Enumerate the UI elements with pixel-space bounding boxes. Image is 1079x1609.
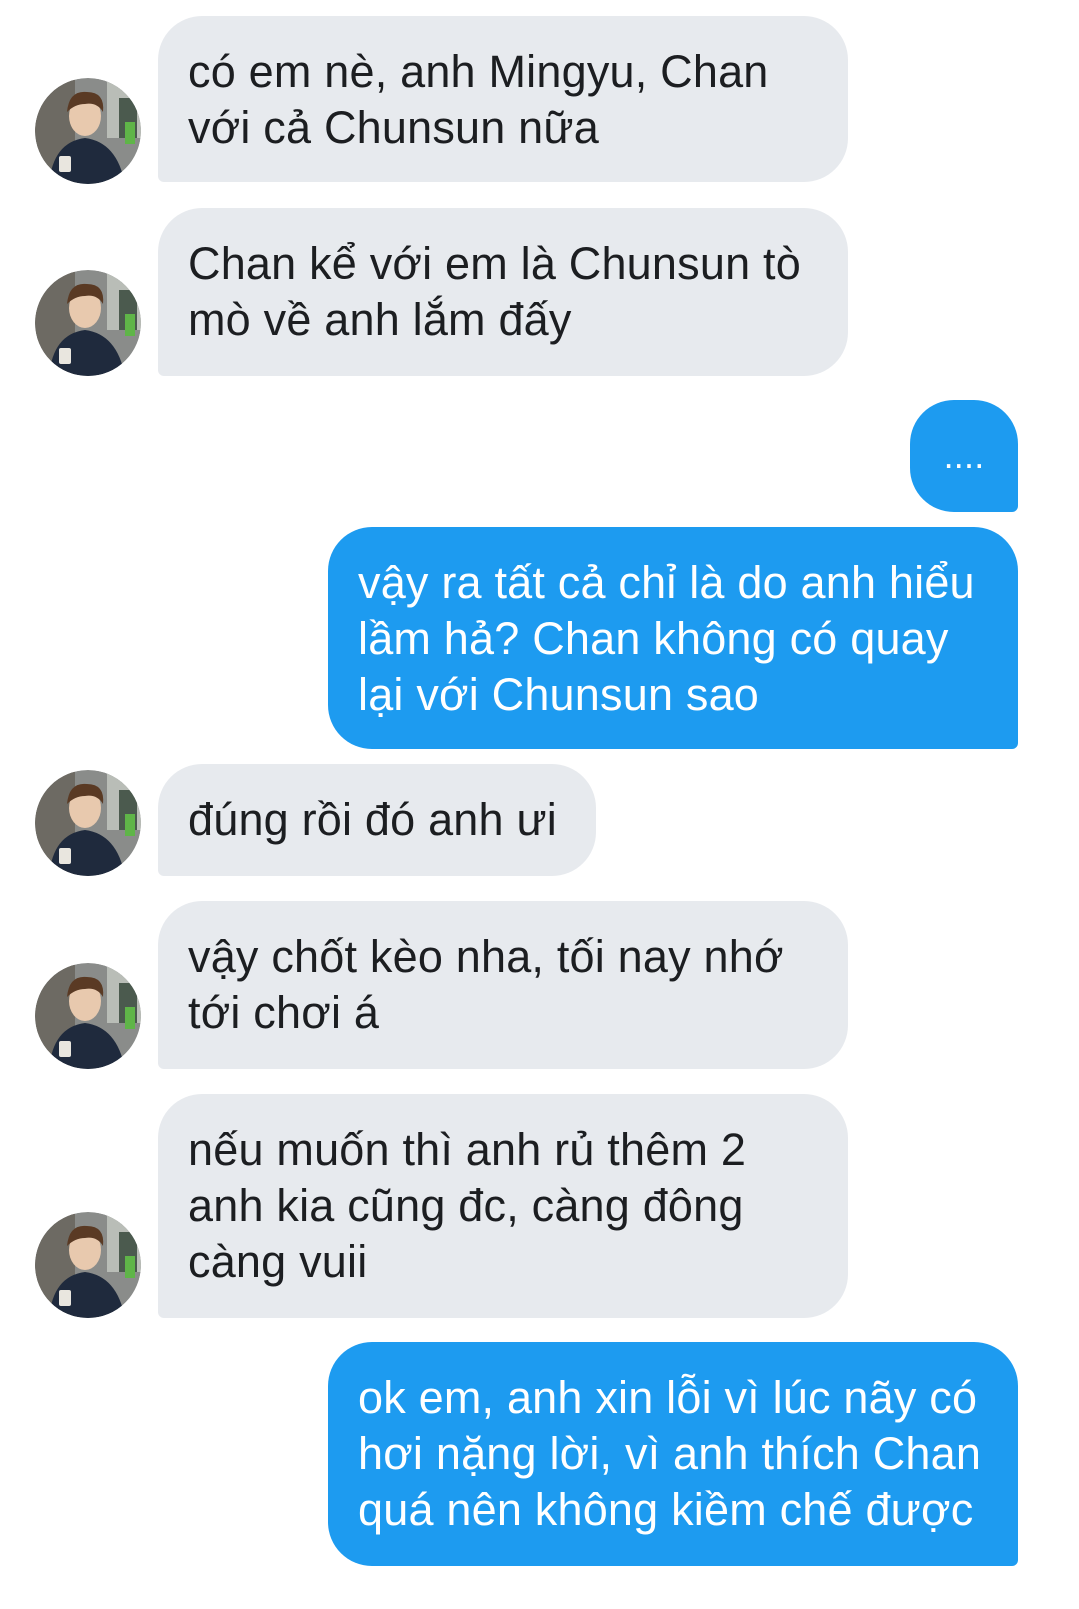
outgoing-message-bubble[interactable]: ok em, anh xin lỗi vì lúc nãy có hơi nặn… xyxy=(328,1342,1018,1566)
contact-avatar[interactable] xyxy=(35,78,141,184)
incoming-message-bubble[interactable]: đúng rồi đó anh ưi xyxy=(158,764,596,876)
incoming-message-bubble[interactable]: vậy chốt kèo nha, tối nay nhớ tới chơi á xyxy=(158,901,848,1069)
contact-avatar[interactable] xyxy=(35,963,141,1069)
outgoing-message-bubble[interactable]: .... xyxy=(910,400,1018,512)
incoming-message-bubble[interactable]: nếu muốn thì anh rủ thêm 2 anh kia cũng … xyxy=(158,1094,848,1318)
contact-avatar[interactable] xyxy=(35,270,141,376)
incoming-message-bubble[interactable]: có em nè, anh Mingyu, Chan với cả Chunsu… xyxy=(158,16,848,182)
outgoing-message-bubble[interactable]: vậy ra tất cả chỉ là do anh hiểu lầm hả?… xyxy=(328,527,1018,749)
incoming-message-bubble[interactable]: Chan kể với em là Chunsun tò mò về anh l… xyxy=(158,208,848,376)
contact-avatar[interactable] xyxy=(35,1212,141,1318)
contact-avatar[interactable] xyxy=(35,770,141,876)
